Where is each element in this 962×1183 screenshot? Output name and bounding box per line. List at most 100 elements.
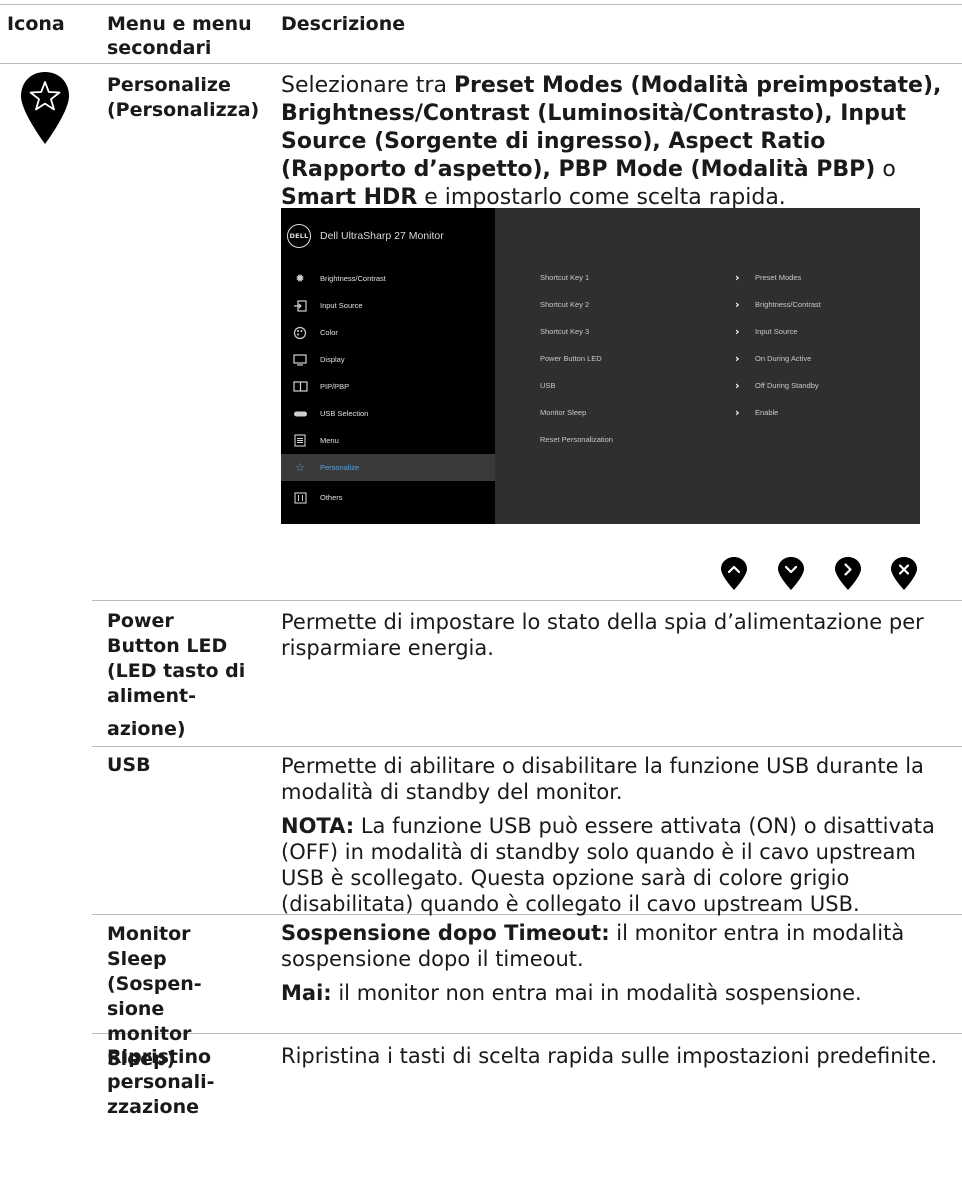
power-led-name-line: (LED tasto di bbox=[107, 660, 246, 682]
osd-row-key: Monitor Sleep bbox=[540, 408, 587, 417]
osd-row-monitor-sleep[interactable]: Monitor Sleep › Enable bbox=[540, 406, 910, 422]
osd-row-power-led[interactable]: Power Button LED › On During Active bbox=[540, 352, 910, 368]
personalize-name-line1: Personalize bbox=[107, 74, 231, 96]
osd-item-label: Input Source bbox=[320, 301, 363, 310]
option-label: Sospensione dopo Timeout: bbox=[281, 921, 610, 945]
osd-item-menu[interactable]: Menu bbox=[281, 427, 495, 454]
monitor-icon bbox=[292, 353, 308, 367]
header-menu-line1: Menu e menu bbox=[107, 13, 252, 35]
personalize-name: Personalize (Personalizza) bbox=[107, 73, 259, 123]
sleep-option-timeout: Sospensione dopo Timeout: il monitor ent… bbox=[281, 920, 951, 972]
osd-screenshot: DELL Dell UltraSharp 27 Monitor ✹ Bright… bbox=[281, 208, 920, 524]
palette-icon bbox=[292, 326, 308, 340]
desc-option-hdr: Smart HDR bbox=[281, 185, 418, 210]
osd-item-label: Color bbox=[320, 328, 338, 337]
osd-row-key: Power Button LED bbox=[540, 354, 602, 363]
reset-name: Ripristino personali- zzazione bbox=[107, 1045, 214, 1120]
reset-name-line: Ripristino bbox=[107, 1046, 212, 1068]
osd-title: Dell UltraSharp 27 Monitor bbox=[320, 230, 444, 242]
osd-item-color[interactable]: Color bbox=[281, 319, 495, 346]
desc-text: o bbox=[875, 157, 896, 182]
row-divider bbox=[92, 1033, 962, 1034]
usb-icon bbox=[292, 407, 308, 421]
osd-item-input-source[interactable]: Input Source bbox=[281, 292, 495, 319]
chevron-right-icon: › bbox=[735, 325, 740, 338]
osd-row-value: Enable bbox=[755, 408, 779, 417]
chevron-up-icon bbox=[721, 557, 747, 590]
chevron-right-icon: › bbox=[735, 298, 740, 311]
chevron-right-icon: › bbox=[735, 271, 740, 284]
osd-item-label: Brightness/Contrast bbox=[320, 274, 386, 283]
sun-icon: ✹ bbox=[295, 272, 305, 285]
power-led-description: Permette di impostare lo stato della spi… bbox=[281, 610, 924, 660]
osd-item-usb-selection[interactable]: USB Selection bbox=[281, 400, 495, 427]
monitor-sleep-name-line: Monitor bbox=[107, 923, 191, 945]
chevron-right-icon: › bbox=[735, 406, 740, 419]
table-top-rule bbox=[0, 4, 962, 5]
chevron-right-icon bbox=[835, 557, 861, 590]
desc-text: Selezionare tra bbox=[281, 73, 454, 98]
usb-name: USB bbox=[107, 754, 151, 776]
power-led-name-line: Button LED bbox=[107, 635, 228, 657]
power-led-name-line: Power bbox=[107, 610, 174, 632]
osd-item-label: USB Selection bbox=[320, 409, 369, 418]
sleep-option-never: Mai: il monitor non entra mai in modalit… bbox=[281, 980, 951, 1006]
osd-item-label: Menu bbox=[320, 436, 339, 445]
header-icon: Icona bbox=[7, 13, 65, 35]
dell-logo: DELL bbox=[287, 224, 311, 248]
usb-desc: Permette di abilitare o disabilitare la … bbox=[281, 754, 924, 804]
osd-row-key: Shortcut Key 2 bbox=[540, 300, 590, 309]
usb-note: NOTA: La funzione USB può essere attivat… bbox=[281, 813, 956, 917]
chevron-right-icon: › bbox=[735, 379, 740, 392]
close-icon bbox=[891, 557, 917, 590]
power-led-name: Power Button LED (LED tasto di aliment- … bbox=[107, 609, 245, 742]
option-text: il monitor non entra mai in modalità sos… bbox=[331, 981, 862, 1005]
pip-icon bbox=[292, 380, 308, 394]
note-label: NOTA: bbox=[281, 814, 355, 838]
reset-description: Ripristina i tasti di scelta rapida sull… bbox=[281, 1044, 938, 1068]
monitor-sleep-name-line: monitor bbox=[107, 1023, 192, 1045]
row-divider bbox=[92, 746, 962, 747]
option-label: Mai: bbox=[281, 981, 332, 1005]
osd-item-personalize[interactable]: ☆ Personalize bbox=[281, 454, 495, 481]
osd-item-others[interactable]: Others bbox=[281, 484, 495, 511]
osd-row-value: Preset Modes bbox=[755, 273, 802, 282]
reset-name-line: personali- bbox=[107, 1071, 215, 1093]
osd-row-shortcut-1[interactable]: Shortcut Key 1 › Preset Modes bbox=[540, 271, 910, 287]
osd-item-display[interactable]: Display bbox=[281, 346, 495, 373]
monitor-sleep-name-line: Sleep bbox=[107, 948, 167, 970]
personalize-star-icon bbox=[21, 72, 69, 144]
osd-item-label: Display bbox=[320, 355, 345, 364]
osd-item-label: PIP/PBP bbox=[320, 382, 350, 391]
header-divider bbox=[0, 63, 962, 64]
osd-item-brightness[interactable]: ✹ Brightness/Contrast bbox=[281, 265, 495, 292]
osd-row-reset[interactable]: Reset Personalization bbox=[540, 435, 910, 449]
header-menu-line2: secondari bbox=[107, 37, 212, 59]
reset-name-line: zzazione bbox=[107, 1096, 199, 1118]
osd-row-shortcut-2[interactable]: Shortcut Key 2 › Brightness/Contrast bbox=[540, 298, 910, 314]
osd-item-label: Others bbox=[320, 493, 343, 502]
osd-title-row: DELL Dell UltraSharp 27 Monitor bbox=[287, 223, 444, 249]
chevron-down-icon bbox=[778, 557, 804, 590]
monitor-sleep-name-line: (Sospen- bbox=[107, 973, 202, 995]
osd-row-key: Reset Personalization bbox=[540, 435, 613, 444]
header-menu: Menu e menu secondari bbox=[107, 12, 252, 60]
usb-description: Permette di abilitare o disabilitare la … bbox=[281, 753, 956, 917]
desc-text: e impostarlo come scelta rapida. bbox=[417, 185, 786, 210]
osd-item-pip-pbp[interactable]: PIP/PBP bbox=[281, 373, 495, 400]
power-led-name-line: aliment- bbox=[107, 685, 197, 707]
input-icon bbox=[292, 299, 308, 313]
osd-row-usb[interactable]: USB › Off During Standby bbox=[540, 379, 910, 395]
personalize-name-line2: (Personalizza) bbox=[107, 99, 260, 121]
row-divider bbox=[92, 600, 962, 601]
osd-row-key: USB bbox=[540, 381, 556, 390]
star-icon: ☆ bbox=[295, 461, 305, 474]
monitor-sleep-description: Sospensione dopo Timeout: il monitor ent… bbox=[281, 920, 951, 1006]
power-led-name-line: azione) bbox=[107, 718, 186, 740]
osd-row-shortcut-3[interactable]: Shortcut Key 3 › Input Source bbox=[540, 325, 910, 341]
chevron-right-icon: › bbox=[735, 352, 740, 365]
osd-row-value: On During Active bbox=[755, 354, 812, 363]
osd-row-value: Off During Standby bbox=[755, 381, 819, 390]
osd-item-label: Personalize bbox=[320, 463, 360, 472]
osd-row-key: Shortcut Key 3 bbox=[540, 327, 590, 336]
